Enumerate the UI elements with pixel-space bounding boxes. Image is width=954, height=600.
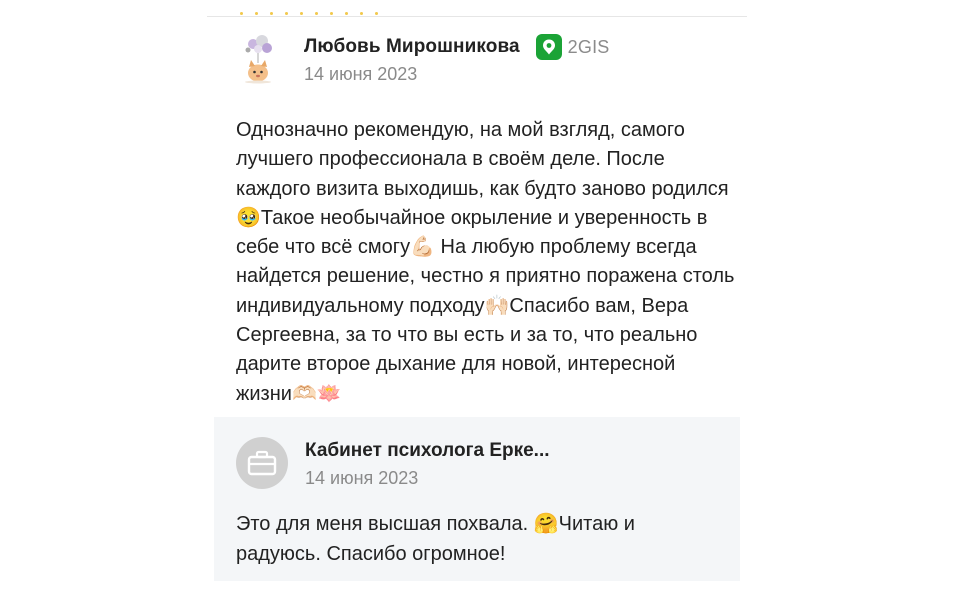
owner-reply: Кабинет психолога Ерке... 14 июня 2023 Э… bbox=[214, 417, 740, 581]
review-date: 14 июня 2023 bbox=[304, 64, 418, 84]
reply-header: Кабинет психолога Ерке... 14 июня 2023 bbox=[236, 437, 550, 489]
review-header: Любовь Мирошникова 2GIS 14 июня 2023 bbox=[236, 34, 736, 85]
review-card: Любовь Мирошникова 2GIS 14 июня 2023 Одн… bbox=[236, 34, 736, 409]
reply-date: 14 июня 2023 bbox=[305, 468, 419, 488]
review-meta: Любовь Мирошникова 2GIS 14 июня 2023 bbox=[304, 34, 610, 85]
review-text: Однозначно рекомендую, на мой взгляд, са… bbox=[236, 119, 741, 405]
avatar[interactable] bbox=[236, 34, 286, 84]
review-source[interactable]: 2GIS bbox=[535, 34, 610, 60]
briefcase-icon bbox=[247, 450, 277, 476]
cat-with-balloons-icon bbox=[245, 35, 272, 84]
rating-stars-fragment bbox=[240, 12, 378, 15]
author-name[interactable]: Любовь Мирошникова bbox=[304, 35, 520, 59]
reply-meta: Кабинет психолога Ерке... 14 июня 2023 bbox=[305, 437, 550, 489]
source-name: 2GIS bbox=[567, 36, 610, 57]
name-row: Любовь Мирошникова 2GIS bbox=[304, 34, 610, 60]
2gis-logo-icon bbox=[535, 34, 562, 60]
reply-text: Это для меня высшая похвала. 🤗Читаю и ра… bbox=[236, 513, 635, 565]
org-avatar[interactable] bbox=[236, 437, 288, 489]
divider bbox=[207, 16, 747, 17]
review-page: Любовь Мирошникова 2GIS 14 июня 2023 Одн… bbox=[0, 0, 954, 600]
org-name[interactable]: Кабинет психолога Ерке... bbox=[305, 439, 550, 463]
